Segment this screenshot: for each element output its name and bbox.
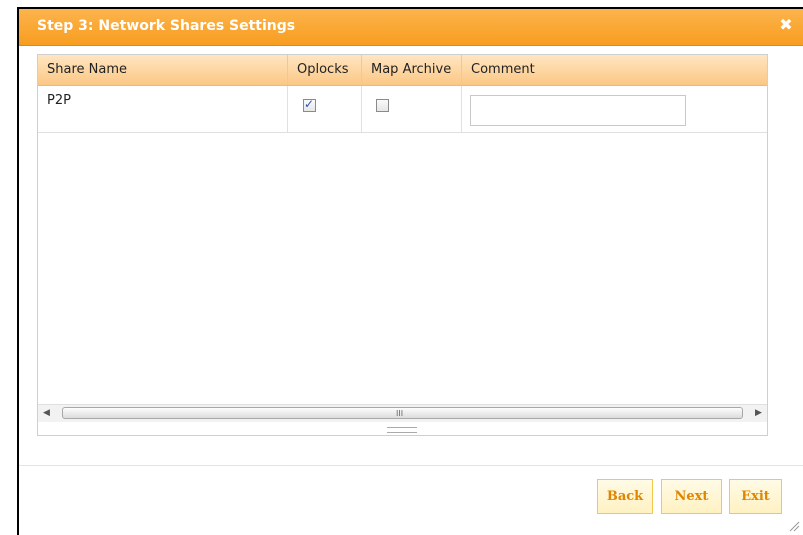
comment-input[interactable] (470, 95, 686, 126)
share-name-value: P2P (47, 93, 71, 108)
dialog-title: Step 3: Network Shares Settings (37, 18, 296, 34)
table-row[interactable]: P2P (38, 86, 767, 133)
map-archive-checkbox[interactable] (376, 99, 389, 112)
scrollbar-thumb[interactable]: III (62, 407, 743, 419)
scroll-right-arrow-icon[interactable]: ▶ (750, 405, 767, 422)
thumb-grip-icon: III (396, 409, 404, 418)
column-header-map-archive[interactable]: Map Archive (362, 55, 462, 85)
grid-resize-handle[interactable] (387, 427, 417, 433)
close-icon[interactable]: ✖ (777, 16, 795, 34)
oplocks-cell (288, 86, 362, 132)
network-shares-dialog: Step 3: Network Shares Settings ✖ Share … (19, 9, 803, 535)
comment-cell (462, 86, 767, 132)
footer-divider (19, 465, 803, 466)
scroll-left-arrow-icon[interactable]: ◀ (38, 405, 55, 422)
shares-grid: Share Name Oplocks Map Archive Comment P… (37, 54, 768, 436)
next-button[interactable]: Next (661, 479, 722, 514)
exit-button[interactable]: Exit (729, 479, 782, 514)
resize-corner-icon[interactable] (788, 520, 800, 532)
column-header-comment[interactable]: Comment (462, 55, 767, 85)
map-archive-cell (362, 86, 462, 132)
share-name-cell: P2P (38, 86, 288, 132)
oplocks-checkbox[interactable] (303, 97, 316, 112)
column-header-share-name[interactable]: Share Name (38, 55, 288, 85)
grid-header: Share Name Oplocks Map Archive Comment (38, 55, 767, 86)
column-header-oplocks[interactable]: Oplocks (288, 55, 362, 85)
dialog-titlebar: Step 3: Network Shares Settings ✖ (19, 9, 803, 46)
horizontal-scrollbar[interactable]: ◀ III ▶ (38, 404, 767, 422)
back-button[interactable]: Back (597, 479, 653, 514)
